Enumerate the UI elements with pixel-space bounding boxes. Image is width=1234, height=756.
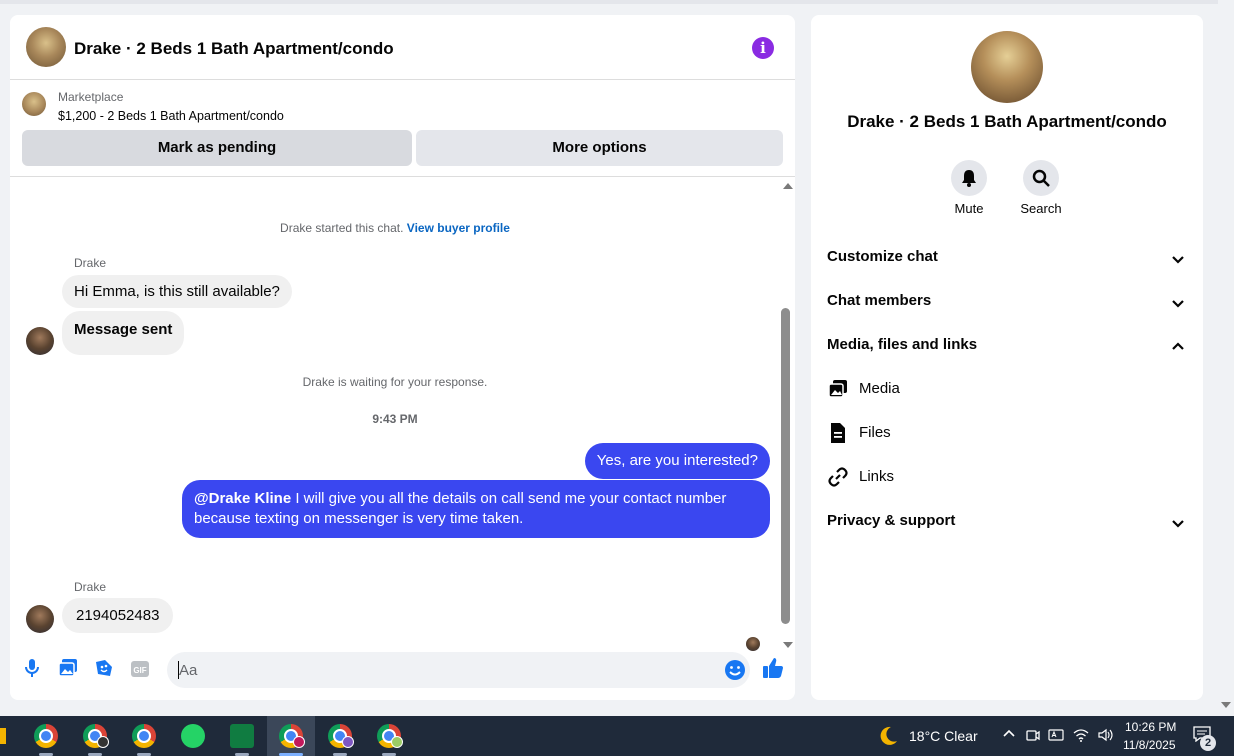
taskbar-chrome-profile-a[interactable]: [22, 716, 70, 756]
message-input[interactable]: [179, 652, 699, 688]
listing-avatar[interactable]: [26, 27, 66, 67]
incoming-message[interactable]: Hi Emma, is this still available?: [62, 275, 292, 308]
composer: GIF: [10, 648, 795, 700]
outgoing-message[interactable]: @Drake Kline I will give you all the det…: [182, 480, 770, 538]
photo-icon[interactable]: [54, 658, 82, 686]
page-scrollbar[interactable]: [1218, 0, 1234, 716]
svg-text:GIF: GIF: [133, 666, 146, 675]
sticker-icon[interactable]: [90, 658, 118, 686]
file-icon: [831, 423, 845, 443]
more-options-button[interactable]: More options: [416, 130, 783, 166]
whatsapp-icon: [181, 724, 205, 748]
chat-started-notice: Drake started this chat. View buyer prof…: [280, 221, 510, 235]
message-scrollbar[interactable]: [780, 178, 795, 648]
marketplace-label: Marketplace: [58, 90, 124, 104]
clock-time[interactable]: 10:26 PM: [1125, 720, 1176, 734]
incoming-message[interactable]: 2194052483: [62, 598, 174, 633]
privacy-support-section[interactable]: Privacy & support: [827, 512, 1187, 536]
clock-date[interactable]: 11/8/2025: [1123, 738, 1176, 752]
search-icon[interactable]: [1023, 160, 1059, 196]
scroll-up-arrow[interactable]: [783, 183, 793, 189]
chevron-up-icon[interactable]: [1000, 727, 1018, 745]
outgoing-message[interactable]: Yes, are you interested?: [584, 443, 770, 479]
message-list: Drake started this chat. View buyer prof…: [10, 178, 795, 651]
excel-icon: [230, 724, 254, 748]
taskbar-chrome[interactable]: [120, 716, 168, 756]
customize-chat-section[interactable]: Customize chat: [827, 248, 1187, 272]
info-icon[interactable]: i: [752, 37, 774, 59]
mention[interactable]: @Drake Kline: [194, 490, 291, 507]
chat-info-panel: Drake · 2 Beds 1 Bath Apartment/condo Mu…: [811, 15, 1203, 700]
taskbar-chrome-profile-d[interactable]: [365, 716, 413, 756]
chrome-icon: [34, 724, 58, 748]
scroll-thumb[interactable]: [781, 308, 790, 624]
chevron-down-icon: [1172, 300, 1184, 308]
taskbar-chrome-active[interactable]: [267, 716, 315, 756]
wifi-icon[interactable]: [1072, 727, 1090, 745]
media-icon: [828, 380, 847, 398]
chevron-up-icon: [1172, 342, 1184, 350]
link-icon: [828, 467, 848, 487]
microphone-icon[interactable]: [18, 658, 46, 686]
volume-icon[interactable]: [1096, 727, 1114, 745]
meet-now-icon[interactable]: [1024, 727, 1042, 745]
top-strip: [0, 0, 1234, 4]
bell-icon[interactable]: [951, 160, 987, 196]
mute-label[interactable]: Mute: [939, 201, 999, 216]
message-timestamp: 9:43 PM: [372, 412, 418, 426]
media-files-links-section[interactable]: Media, files and links: [827, 336, 1187, 360]
incoming-message[interactable]: Message sent: [62, 311, 185, 355]
taskbar-excel[interactable]: [218, 716, 266, 756]
notification-count: 2: [1200, 735, 1216, 751]
side-title: Drake · 2 Beds 1 Bath Apartment/condo: [847, 112, 1167, 131]
chat-header: Drake · 2 Beds 1 Bath Apartment/condo i: [10, 15, 795, 80]
chat-title[interactable]: Drake · 2 Beds 1 Bath Apartment/condo: [74, 39, 394, 59]
message-input-wrapper: [167, 652, 750, 688]
listing-photo[interactable]: [971, 31, 1043, 103]
moon-weather-icon[interactable]: [877, 725, 899, 747]
page-scroll-down-arrow[interactable]: [1221, 702, 1231, 708]
sender-name: Drake: [74, 256, 107, 270]
sender-avatar[interactable]: [26, 327, 54, 355]
taskbar-whatsapp[interactable]: [169, 716, 217, 756]
sender-avatar[interactable]: [26, 605, 54, 633]
marketplace-bar: Marketplace $1,200 - 2 Beds 1 Bath Apart…: [10, 80, 795, 177]
search-label[interactable]: Search: [1011, 201, 1071, 216]
folder-icon[interactable]: [0, 728, 6, 744]
gif-icon[interactable]: GIF: [126, 658, 154, 686]
taskbar-chrome-profile-c[interactable]: [316, 716, 364, 756]
sender-name: Drake: [74, 580, 107, 594]
chevron-down-icon: [1172, 520, 1184, 528]
chat-panel: Drake · 2 Beds 1 Bath Apartment/condo i …: [10, 15, 795, 700]
chat-members-section[interactable]: Chat members: [827, 292, 1187, 316]
mark-as-pending-button[interactable]: Mark as pending: [22, 130, 412, 166]
taskbar-chrome-profile-b[interactable]: [71, 716, 119, 756]
chevron-down-icon: [1172, 256, 1184, 264]
view-buyer-profile-link[interactable]: View buyer profile: [407, 221, 510, 235]
weather-text[interactable]: 18°C Clear: [909, 728, 978, 744]
taskbar: 18°C Clear 10:26 PM 11/8/2025 2: [0, 716, 1234, 756]
emoji-icon[interactable]: [723, 658, 747, 682]
waiting-notice: Drake is waiting for your response.: [302, 375, 488, 389]
language-icon[interactable]: [1047, 727, 1065, 745]
listing-price-title[interactable]: $1,200 - 2 Beds 1 Bath Apartment/condo: [58, 109, 284, 123]
listing-thumbnail[interactable]: [22, 92, 46, 116]
thumbs-up-icon[interactable]: [759, 656, 787, 684]
chrome-icon: [132, 724, 156, 748]
